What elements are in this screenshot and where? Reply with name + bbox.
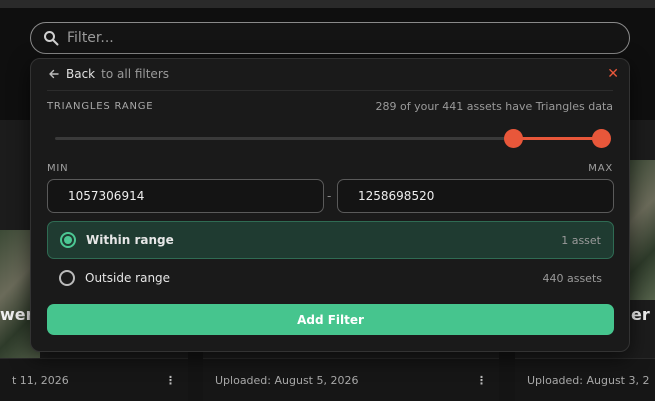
asset-title: wer: [0, 305, 34, 324]
back-link[interactable]: Back to all filters: [48, 67, 169, 81]
search-input[interactable]: [67, 30, 587, 46]
search-icon: [44, 31, 59, 46]
range-separator: -: [327, 189, 332, 203]
option-label: Within range: [86, 233, 174, 247]
slider-fill: [513, 137, 602, 140]
option-count: 440 assets: [542, 271, 602, 285]
more-options-icon[interactable]: ⋮: [165, 374, 176, 401]
option-label: Outside range: [85, 271, 171, 285]
radio-selected[interactable]: [60, 232, 76, 248]
slider-thumb-max[interactable]: [592, 129, 612, 148]
back-suffix: to all filters: [101, 67, 170, 81]
back-label: Back: [66, 67, 96, 81]
search-bar[interactable]: [30, 22, 630, 54]
max-label: MAX: [588, 163, 613, 174]
min-label: MIN: [47, 163, 69, 174]
asset-meta: Uploaded: August 3, 2: [515, 358, 655, 401]
min-input[interactable]: [47, 179, 324, 213]
divider: [47, 90, 613, 91]
asset-meta: t 11, 2026 ⋮: [0, 358, 188, 401]
option-count: 1 asset: [561, 233, 601, 247]
asset-upload-date: t 11, 2026: [12, 374, 69, 387]
slider-thumb-min[interactable]: [504, 129, 524, 148]
section-title: TRIANGLES RANGE: [47, 101, 154, 112]
radio-unselected[interactable]: [59, 270, 75, 286]
range-slider[interactable]: [55, 129, 612, 148]
asset-meta: Uploaded: August 5, 2026 ⋮: [203, 358, 499, 401]
asset-title: er R: [631, 305, 655, 324]
asset-upload-date: Uploaded: August 5, 2026: [215, 374, 359, 387]
option-outside-range[interactable]: Outside range 440 assets: [47, 259, 614, 297]
section-info: 289 of your 441 assets have Triangles da…: [375, 100, 613, 113]
more-options-icon[interactable]: ⋮: [476, 374, 487, 401]
filter-panel: Back to all filters ✕ TRIANGLES RANGE 28…: [30, 58, 630, 352]
asset-upload-date: Uploaded: August 3, 2: [527, 374, 650, 387]
arrow-left-icon: [49, 69, 59, 79]
top-bar: [0, 0, 655, 8]
add-filter-button[interactable]: Add Filter: [47, 304, 614, 335]
close-icon[interactable]: ✕: [607, 67, 619, 81]
option-within-range[interactable]: Within range 1 asset: [47, 221, 614, 259]
max-input[interactable]: [337, 179, 614, 213]
